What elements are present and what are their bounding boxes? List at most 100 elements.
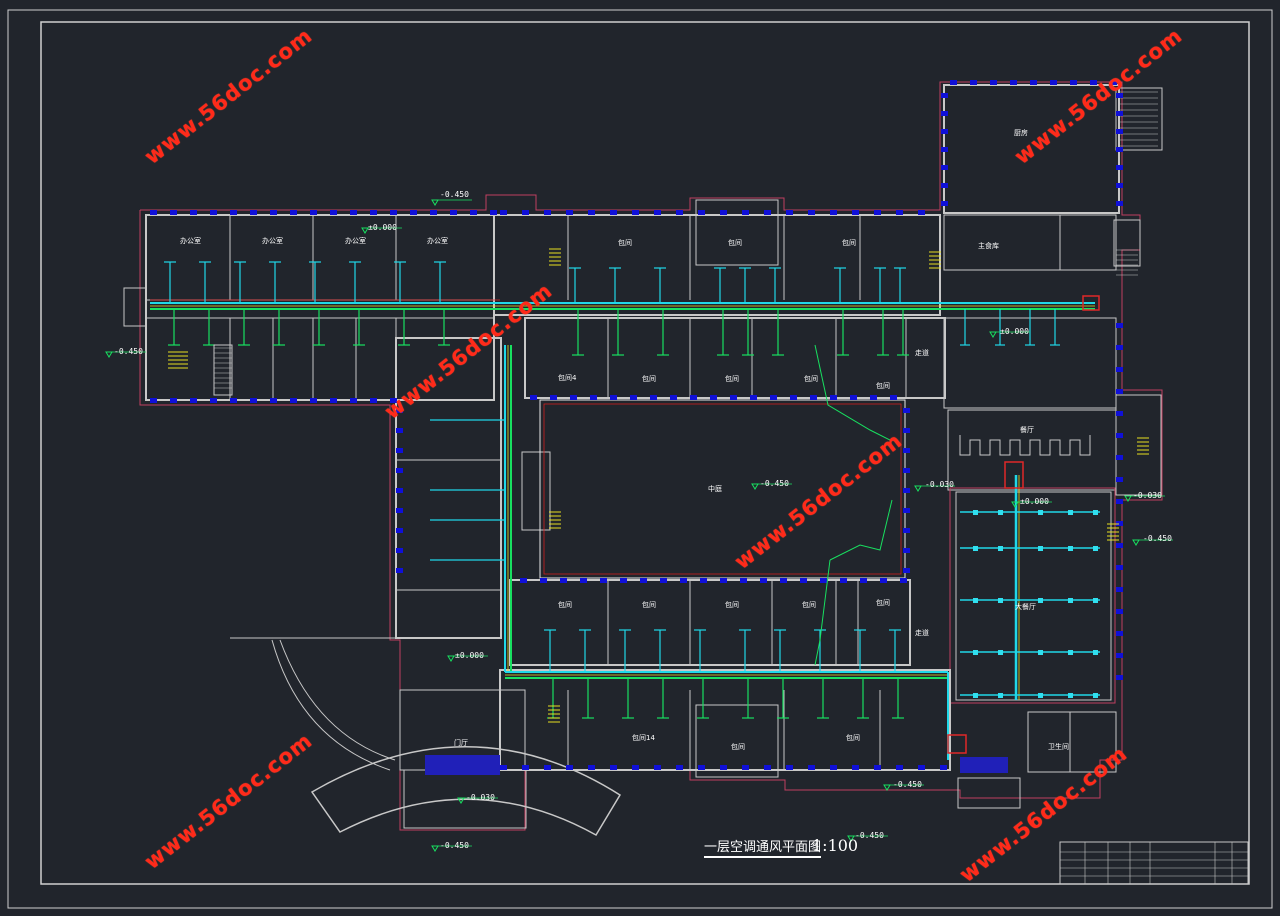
column [580, 578, 587, 583]
column [903, 548, 910, 553]
column [1116, 455, 1123, 460]
annotation-leader [829, 499, 893, 561]
level-symbol [105, 351, 113, 358]
column [640, 578, 647, 583]
column [522, 210, 529, 215]
column [786, 210, 793, 215]
diffuser [973, 650, 978, 655]
column [941, 165, 948, 170]
column [1116, 323, 1123, 328]
column [941, 129, 948, 134]
diffuser [1068, 546, 1073, 551]
column [874, 765, 881, 770]
stair [213, 344, 233, 396]
room-label: 包间 [876, 599, 890, 607]
column [830, 395, 837, 400]
drawing-frame-inner [40, 21, 1250, 885]
column [941, 147, 948, 152]
column [520, 578, 527, 583]
column [560, 578, 567, 583]
column [350, 398, 357, 403]
column [290, 398, 297, 403]
column [1116, 433, 1123, 438]
column [903, 508, 910, 513]
column [230, 398, 237, 403]
cad-drawing-canvas: 一层空调通风平面图 1:100 www.56doc.com www.56doc.… [0, 0, 1280, 916]
column [350, 210, 357, 215]
column [903, 408, 910, 413]
column [370, 398, 377, 403]
column [808, 210, 815, 215]
column [390, 210, 397, 215]
column [396, 428, 403, 433]
diffuser [998, 598, 1003, 603]
level-symbol [431, 199, 439, 206]
column [1010, 80, 1017, 85]
column [698, 765, 705, 770]
diffuser [1068, 510, 1073, 515]
wall-room-row [509, 579, 911, 666]
column [1116, 129, 1123, 134]
room-label: 大餐厅 [1015, 603, 1036, 611]
diffuser [1038, 598, 1043, 603]
column [852, 210, 859, 215]
column [800, 578, 807, 583]
column [1116, 609, 1123, 614]
column [764, 765, 771, 770]
column [396, 548, 403, 553]
column [710, 395, 717, 400]
column [1116, 631, 1123, 636]
diffuser [1068, 650, 1073, 655]
column [896, 765, 903, 770]
column [1116, 565, 1123, 570]
column [830, 210, 837, 215]
level-symbol [1132, 539, 1140, 546]
column [632, 765, 639, 770]
column [210, 210, 217, 215]
column [903, 488, 910, 493]
counter-outline [959, 435, 1091, 456]
level-mark: ±0.000 [1000, 327, 1029, 336]
column [764, 210, 771, 215]
column [410, 210, 417, 215]
column [850, 395, 857, 400]
stair [168, 352, 188, 372]
room-label: 办公室 [262, 237, 283, 245]
column [940, 765, 947, 770]
column [530, 395, 537, 400]
column [950, 80, 957, 85]
diffuser [973, 693, 978, 698]
column [903, 428, 910, 433]
column [903, 468, 910, 473]
column [770, 395, 777, 400]
diffuser [1093, 693, 1098, 698]
column [760, 578, 767, 583]
column [396, 528, 403, 533]
level-mark: -0.030 [925, 480, 954, 489]
column-bay [521, 451, 551, 531]
diffuser [998, 693, 1003, 698]
column [544, 765, 551, 770]
room-label: 包间 [558, 601, 572, 609]
column [941, 183, 948, 188]
level-symbol [914, 485, 922, 492]
column [632, 210, 639, 215]
diffuser [998, 546, 1003, 551]
column [654, 765, 661, 770]
column [170, 398, 177, 403]
column [1116, 675, 1123, 680]
diffuser [1038, 510, 1043, 515]
level-mark: -0.450 [1143, 534, 1172, 543]
room-label: 包间 [804, 375, 818, 383]
entrance-columns [425, 755, 500, 775]
entry-porch [123, 287, 147, 327]
column [750, 395, 757, 400]
column [270, 210, 277, 215]
column [522, 765, 529, 770]
column [990, 80, 997, 85]
room-label: 包间 [731, 743, 745, 751]
column [330, 398, 337, 403]
room-label: 厨房 [1014, 129, 1028, 137]
column-bay [695, 199, 779, 266]
level-mark: ±0.000 [368, 223, 397, 232]
